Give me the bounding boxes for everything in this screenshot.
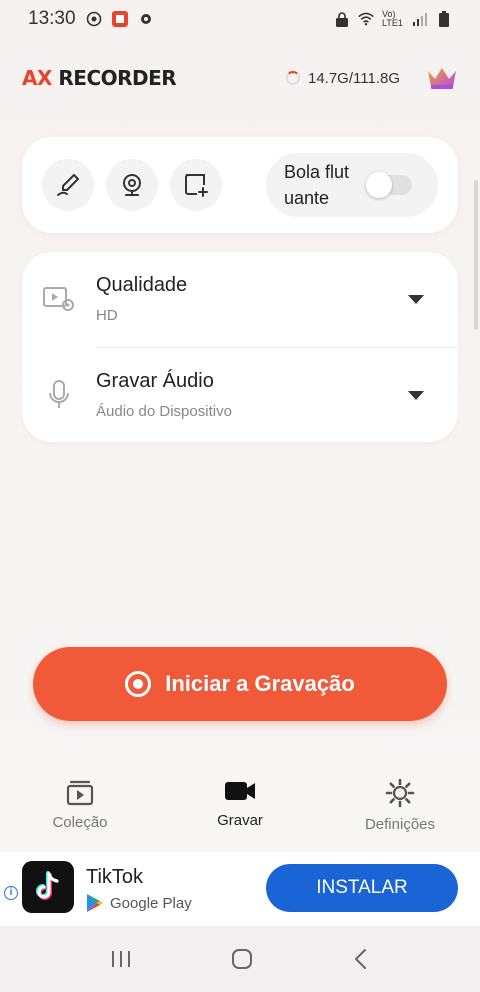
record-icon — [125, 671, 152, 697]
network-label: Vo) LTE1 — [382, 9, 403, 28]
start-recording-label: Iniciar a Gravação — [165, 671, 355, 696]
nav-label-record: Gravar — [217, 812, 263, 829]
status-right: Vo) LTE1 — [334, 10, 452, 28]
recent-apps-icon[interactable] — [109, 949, 133, 969]
quality-value: HD — [96, 307, 118, 324]
ad-store: Google Play — [86, 893, 192, 913]
storage-ring-icon — [285, 71, 300, 85]
nav-label-settings: Definições — [364, 816, 436, 833]
brush-icon — [57, 174, 79, 196]
install-button[interactable]: INSTALAR — [266, 864, 458, 912]
ad-store-label: Google Play — [110, 894, 192, 912]
audio-title: Gravar Áudio — [96, 370, 214, 392]
screenshot-tool-button[interactable] — [170, 159, 222, 211]
floating-ball-toggle[interactable]: Bola flut uante — [266, 153, 438, 217]
premium-crown-icon[interactable] — [426, 65, 458, 91]
audio-setting[interactable]: Gravar Áudio Áudio do Dispositivo — [22, 348, 458, 442]
gear-icon — [385, 778, 415, 808]
at-icon — [86, 11, 102, 27]
wifi-icon — [358, 11, 374, 27]
microphone-icon — [49, 380, 69, 408]
status-left: 13:30 — [28, 8, 154, 30]
system-nav-bar — [0, 926, 480, 992]
ad-info-icon[interactable]: i — [4, 886, 18, 900]
chevron-down-icon[interactable] — [408, 294, 424, 304]
chevron-down-icon[interactable] — [408, 390, 424, 400]
ad-app-name: TikTok — [86, 866, 144, 888]
status-bar: 13:30 Vo) LTE1 — [0, 0, 480, 38]
camera-icon — [225, 782, 255, 800]
storage-text: 14.7G/111.8G — [307, 69, 400, 87]
settings-status-icon — [138, 11, 154, 27]
app-logo: AX RECORDER — [22, 66, 177, 90]
ad-text: TikTok Google Play — [86, 866, 192, 913]
brush-tool-button[interactable] — [42, 159, 94, 211]
tools-card: Bola flut uante — [22, 137, 458, 233]
battery-icon — [436, 11, 452, 27]
bottom-nav: Coleção Gravar Definições — [0, 770, 480, 850]
app-header: AX RECORDER 14.7G/111.8G — [0, 58, 480, 98]
quality-title: Qualidade — [96, 274, 188, 296]
start-recording-button[interactable]: Iniciar a Gravação — [33, 647, 447, 721]
nav-item-record[interactable]: Gravar — [160, 770, 320, 850]
switch-knob — [366, 172, 392, 198]
nav-item-settings[interactable]: Definições — [320, 770, 480, 850]
tiktok-logo-icon[interactable] — [22, 861, 74, 913]
video-settings-icon — [43, 287, 74, 311]
lock-icon — [334, 11, 350, 27]
floating-ball-label: Bola flut uante — [284, 162, 350, 208]
nav-item-collection[interactable]: Coleção — [0, 770, 160, 850]
webcam-tool-button[interactable] — [106, 159, 158, 211]
status-time: 13:30 — [28, 8, 76, 29]
audio-value: Áudio do Dispositivo — [96, 403, 232, 420]
collection-icon — [66, 780, 94, 806]
back-icon[interactable] — [351, 948, 371, 970]
logo-accent: AX — [22, 66, 52, 90]
settings-card: Qualidade HD Gravar Áudio Áudio do Dispo… — [22, 252, 458, 442]
google-play-icon — [87, 894, 103, 912]
app-notification-icon — [111, 11, 128, 27]
home-icon[interactable] — [230, 947, 254, 971]
webcam-icon — [123, 174, 141, 196]
ad-banner[interactable]: i TikTok Google Play INSTALAR — [0, 852, 480, 926]
logo-text: RECORDER — [58, 66, 177, 90]
nav-label-collection: Coleção — [52, 814, 108, 831]
floating-ball-switch[interactable] — [366, 172, 412, 198]
quality-setting[interactable]: Qualidade HD — [22, 252, 458, 346]
storage-indicator: 14.7G/111.8G — [285, 69, 400, 87]
scroll-indicator — [474, 180, 478, 330]
signal-icon — [412, 11, 428, 27]
add-frame-icon — [185, 174, 208, 197]
